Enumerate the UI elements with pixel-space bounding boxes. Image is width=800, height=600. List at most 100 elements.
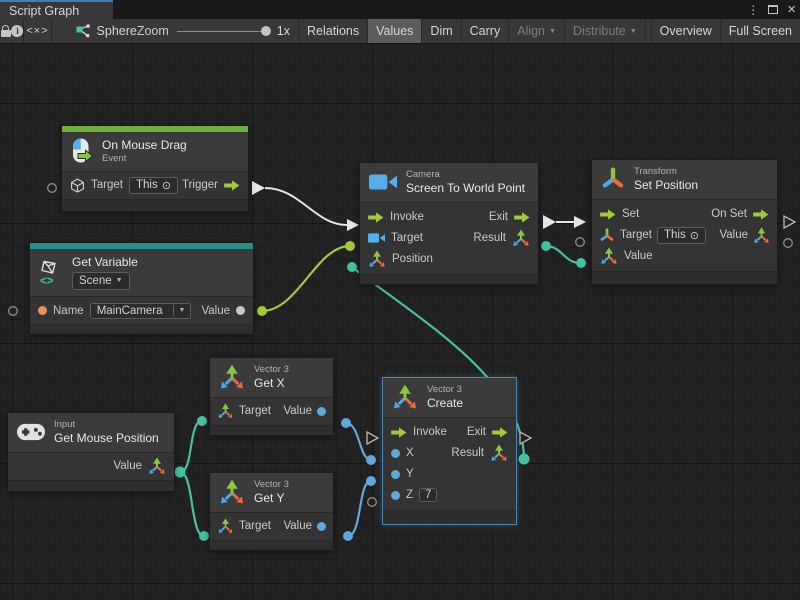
float-port-dot[interactable] <box>391 449 400 458</box>
port-value[interactable]: Value <box>113 457 166 475</box>
port-target[interactable]: Target This ⊙ <box>70 177 178 194</box>
port-create-x-input[interactable] <box>366 455 376 465</box>
node-vector3-create[interactable]: Vector 3 Create Invoke Exit X <box>383 378 516 524</box>
port-onset-unconnected[interactable] <box>784 216 795 228</box>
port-gety-value-output[interactable] <box>343 531 353 541</box>
float-port-dot[interactable] <box>391 491 400 500</box>
wire-gety-to-create-y[interactable] <box>348 481 371 536</box>
node-set-position[interactable]: Transform Set Position Set On Set Target <box>592 160 777 284</box>
variable-name-dropdown[interactable]: MainCamera ▼ <box>90 303 192 319</box>
port-name[interactable]: Name MainCamera ▼ <box>38 303 191 319</box>
wire-result-to-value[interactable] <box>546 246 580 263</box>
port-setposition-valueout-unconnected[interactable] <box>784 239 793 248</box>
port-exit-output[interactable] <box>543 215 556 229</box>
port-y[interactable]: Y <box>391 468 414 480</box>
target-self-icon: ⊙ <box>690 229 699 242</box>
port-getx-target-input[interactable] <box>197 416 207 426</box>
vector3-icon <box>392 384 418 410</box>
port-value[interactable]: Value <box>201 305 245 317</box>
port-value-in[interactable]: Value <box>600 247 653 265</box>
node-get-variable[interactable]: Get Variable Scene ▼ Name MainCamera ▼ <box>30 243 253 334</box>
port-target[interactable]: Target <box>368 232 423 244</box>
port-create-invoke-unconnected[interactable] <box>367 432 378 444</box>
port-setposition-target-unconnected[interactable] <box>576 238 585 247</box>
object-port-dot[interactable] <box>236 306 245 315</box>
node-screen-to-world-point[interactable]: Camera Screen To World Point Invoke Exit… <box>360 163 538 284</box>
string-port-dot[interactable] <box>38 306 47 315</box>
wire-arrowhead <box>347 219 359 231</box>
port-trigger[interactable]: Trigger <box>182 179 240 191</box>
wire-arrowhead <box>574 216 586 228</box>
node-header: Camera Screen To World Point <box>360 163 538 202</box>
node-header: Vector 3 Get X <box>210 358 333 397</box>
node-header: Vector 3 Create <box>383 378 516 417</box>
scope-dropdown[interactable]: Scene ▼ <box>72 272 130 290</box>
z-value-field[interactable]: 7 <box>419 488 437 502</box>
port-create-y-input[interactable] <box>366 476 376 486</box>
vector3-icon <box>368 250 386 268</box>
port-getvariable-name-unconnected[interactable] <box>9 307 18 316</box>
port-camera-position-input[interactable] <box>347 262 357 272</box>
node-get-mouse-position[interactable]: Input Get Mouse Position Value <box>8 413 174 491</box>
port-trigger-output[interactable] <box>252 181 265 195</box>
chevron-down-icon: ▼ <box>116 277 123 286</box>
flow-arrow-icon <box>391 427 407 438</box>
node-title: On Mouse Drag <box>102 138 187 153</box>
port-exit[interactable]: Exit <box>489 211 530 223</box>
flow-arrow-icon <box>753 209 769 220</box>
port-getx-value-output[interactable] <box>341 418 351 428</box>
target-field[interactable]: This ⊙ <box>129 177 178 194</box>
port-z[interactable]: Z 7 <box>391 488 437 502</box>
node-footer <box>210 425 333 435</box>
port-target[interactable]: Target <box>217 518 271 534</box>
node-category: Vector 3 <box>254 479 289 491</box>
port-create-result-output[interactable] <box>519 454 530 465</box>
port-mouseposition-value-output[interactable] <box>175 467 186 478</box>
node-title: Get Y <box>254 491 289 506</box>
node-title: Get Mouse Position <box>54 431 159 446</box>
target-field[interactable]: This ⊙ <box>657 227 706 244</box>
node-get-x[interactable]: Vector 3 Get X Target Value <box>210 358 333 435</box>
node-on-mouse-drag[interactable]: On Mouse Drag Event Target This ⊙ Trigge… <box>62 126 248 211</box>
port-value-out[interactable]: Value <box>719 227 770 244</box>
port-invoke[interactable]: Invoke <box>368 211 424 223</box>
vector3-icon <box>490 444 508 462</box>
node-get-y[interactable]: Vector 3 Get Y Target Value <box>210 473 333 550</box>
vector3-icon <box>753 227 770 244</box>
port-onmousedrag-target-unconnected[interactable] <box>48 184 57 193</box>
port-camera-result-output[interactable] <box>541 241 551 251</box>
port-on-set[interactable]: On Set <box>711 208 769 220</box>
cube-icon <box>70 178 85 193</box>
gamepad-icon <box>17 423 45 441</box>
port-result[interactable]: Result <box>451 444 508 462</box>
port-x[interactable]: X <box>391 447 414 459</box>
vector3-icon <box>219 364 245 390</box>
float-port-dot[interactable] <box>317 407 326 416</box>
port-create-exit-unconnected[interactable] <box>520 432 531 444</box>
port-setposition-value-input[interactable] <box>576 258 586 268</box>
port-camera-target-input[interactable] <box>345 241 355 251</box>
port-value[interactable]: Value <box>283 520 326 532</box>
camera-icon <box>369 172 397 192</box>
port-gety-target-input[interactable] <box>199 531 209 541</box>
port-result[interactable]: Result <box>473 229 530 247</box>
port-target[interactable]: Target This ⊙ <box>599 227 706 244</box>
node-title: Set Position <box>634 178 698 193</box>
wire-variable-to-target[interactable] <box>262 246 350 311</box>
vector3-icon <box>600 247 618 265</box>
wire-trigger-to-invoke[interactable] <box>265 188 347 225</box>
port-create-z-unconnected[interactable] <box>368 498 377 507</box>
float-port-dot[interactable] <box>391 470 400 479</box>
node-category: Camera <box>406 169 525 181</box>
wire-mouse-to-gety[interactable] <box>180 472 204 536</box>
float-port-dot[interactable] <box>317 522 326 531</box>
port-target[interactable]: Target <box>217 403 271 419</box>
port-set[interactable]: Set <box>600 208 639 220</box>
port-invoke[interactable]: Invoke <box>391 426 447 438</box>
port-exit[interactable]: Exit <box>467 426 508 438</box>
wire-mouse-to-getx[interactable] <box>180 421 202 472</box>
port-variable-value-output[interactable] <box>257 306 267 316</box>
node-header: Vector 3 Get Y <box>210 473 333 512</box>
port-value[interactable]: Value <box>283 405 326 417</box>
port-position[interactable]: Position <box>368 250 433 268</box>
